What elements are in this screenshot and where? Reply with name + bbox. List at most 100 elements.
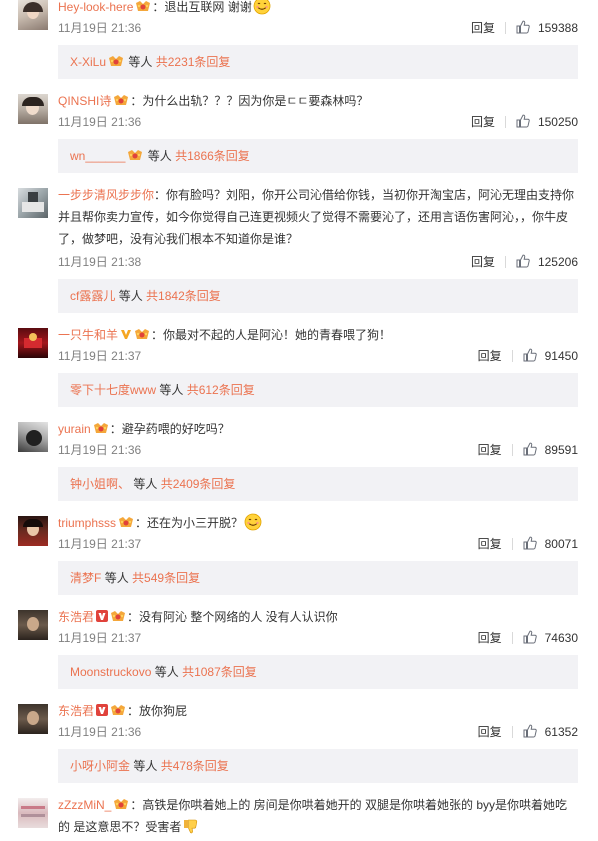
verified-v-icon: [96, 610, 109, 622]
comment-time: 11月19日 21:37: [58, 349, 142, 363]
thumbs-up-icon[interactable]: [523, 348, 537, 362]
comment-meta: 11月19日 21:36 回复 61352: [58, 724, 578, 740]
reply-total-link[interactable]: 共612条回复: [187, 383, 255, 397]
comment-time: 11月19日 21:37: [58, 631, 142, 645]
vip-badge-icon: [93, 423, 108, 433]
thumbs-up-icon[interactable]: [516, 20, 530, 34]
comment-text: 东浩君 ：没有阿沁 整个网络的人 没有人认识你: [58, 606, 578, 628]
comment-body: ：退出互联网 谢谢: [152, 0, 252, 14]
comment-body: ：高铁是你哄着她上的 房间是你哄着她开的 双腿是你哄着她张的 byy是你哄着她吃…: [58, 798, 568, 834]
reply-username[interactable]: 零下十七度www: [70, 383, 156, 397]
reply-username[interactable]: 清梦F: [70, 571, 101, 585]
reply-total-link[interactable]: 共2409条回复: [161, 477, 236, 491]
divider: [504, 116, 506, 128]
comment-username[interactable]: 东浩君: [58, 610, 94, 624]
avatar[interactable]: [18, 798, 48, 828]
reply-total-link[interactable]: 共2231条回复: [156, 55, 231, 69]
reply-button[interactable]: 回复: [478, 349, 502, 363]
comment-username[interactable]: 一只牛和羊: [58, 328, 118, 342]
reply-summary[interactable]: X-XiLu 等人 共2231条回复: [58, 45, 578, 79]
comment-username[interactable]: yurain: [58, 422, 91, 436]
comment-meta: 11月19日 21:37 回复 91450: [58, 348, 578, 364]
avatar[interactable]: [18, 94, 48, 124]
reply-total-link[interactable]: 共1866条回复: [175, 149, 250, 163]
reply-total-link[interactable]: 共478条回复: [161, 759, 229, 773]
comment-body: ：避孕药喂的好吃吗？: [109, 422, 230, 436]
comment-text: yurain ：避孕药喂的好吃吗？: [58, 418, 578, 440]
comment-body: ：没有阿沁 整个网络的人 没有人认识你: [127, 610, 338, 624]
thumbs-up-icon[interactable]: [523, 724, 537, 738]
avatar[interactable]: [18, 188, 48, 218]
like-count: 89591: [544, 443, 578, 457]
reply-summary[interactable]: Moonstruckovo 等人 共1087条回复: [58, 655, 578, 689]
comment-actions: 回复 80071: [478, 536, 578, 552]
reply-suffix: 等人: [159, 383, 184, 397]
reply-button[interactable]: 回复: [478, 725, 502, 739]
divider: [511, 350, 513, 362]
reply-total-link[interactable]: 共1842条回复: [146, 289, 221, 303]
reply-username[interactable]: X-XiLu: [70, 55, 106, 69]
thumbs-up-icon[interactable]: [523, 536, 537, 550]
avatar[interactable]: [18, 704, 48, 734]
vip-badge-icon: [111, 611, 126, 621]
reply-summary[interactable]: 钟小姐啊、 等人 共2409条回复: [58, 467, 578, 501]
thumbs-up-icon[interactable]: [516, 254, 530, 268]
reply-button[interactable]: 回复: [478, 631, 502, 645]
reply-summary[interactable]: wn______ 等人 共1866条回复: [58, 139, 578, 173]
verified-v-icon: [121, 330, 132, 339]
reply-summary[interactable]: cf露露儿 等人 共1842条回复: [58, 279, 578, 313]
divider: [511, 726, 513, 738]
vip-badge-icon: [128, 150, 143, 160]
thumbs-up-icon[interactable]: [523, 630, 537, 644]
reply-username[interactable]: cf露露儿: [70, 289, 115, 303]
comment-time: 11月19日 21:36: [58, 443, 142, 457]
avatar[interactable]: [18, 610, 48, 640]
reply-button[interactable]: 回复: [478, 537, 502, 551]
reply-username[interactable]: 小呀小阿金: [70, 759, 130, 773]
reply-button[interactable]: 回复: [471, 255, 495, 269]
smile-emoji-icon: [253, 0, 271, 15]
comment-actions: 回复 74630: [478, 630, 578, 646]
avatar[interactable]: [18, 422, 48, 452]
reply-summary[interactable]: 零下十七度www 等人 共612条回复: [58, 373, 578, 407]
reply-username[interactable]: wn______: [70, 149, 125, 163]
comment-username[interactable]: QINSHI诗: [58, 94, 111, 108]
verified-v-icon: [96, 704, 109, 716]
reply-total-link[interactable]: 共1087条回复: [182, 665, 257, 679]
reply-suffix: 等人: [118, 289, 143, 303]
avatar[interactable]: [18, 0, 48, 30]
comment-username[interactable]: 一步步清风步步你: [58, 188, 154, 202]
vip-badge-icon: [136, 1, 151, 11]
avatar[interactable]: [18, 328, 48, 358]
reply-suffix: 等人: [104, 571, 129, 585]
reply-button[interactable]: 回复: [471, 115, 495, 129]
comment-actions: 回复 91450: [478, 348, 578, 364]
vip-badge-icon: [114, 799, 129, 809]
comment-text: 一只牛和羊 ：你最对不起的人是阿沁！她的青春喂了狗！: [58, 324, 578, 346]
comment-body: ：还在为小三开脱？: [135, 516, 244, 530]
reply-username[interactable]: Moonstruckovo: [70, 665, 151, 679]
reply-summary[interactable]: 小呀小阿金 等人 共478条回复: [58, 749, 578, 783]
like-count: 74630: [544, 631, 578, 645]
comment-time: 11月19日 21:37: [58, 537, 142, 551]
comment-meta: 11月19日 21:36 回复 150250: [58, 114, 578, 130]
thumbs-up-icon[interactable]: [516, 114, 530, 128]
comment-time: 11月19日 21:36: [58, 21, 142, 35]
avatar[interactable]: [18, 516, 48, 546]
reply-total-link[interactable]: 共549条回复: [132, 571, 200, 585]
comment-username[interactable]: 东浩君: [58, 704, 94, 718]
comment-meta: 11月19日 21:36 回复 89591: [58, 442, 578, 458]
comment-username[interactable]: triumphsss: [58, 516, 116, 530]
reply-username[interactable]: 钟小姐啊、: [70, 477, 130, 491]
vip-badge-icon: [119, 517, 134, 527]
comment-text: zZzzMiN_ ：高铁是你哄着她上的 房间是你哄着她开的 双腿是你哄着她张的 b…: [58, 794, 578, 838]
comment-username[interactable]: zZzzMiN_: [58, 798, 111, 812]
comment-username[interactable]: Hey-look-here: [58, 0, 133, 14]
reply-button[interactable]: 回复: [471, 21, 495, 35]
reply-button[interactable]: 回复: [478, 443, 502, 457]
divider: [504, 256, 506, 268]
like-count: 159388: [537, 21, 578, 35]
thumbs-up-icon[interactable]: [523, 442, 537, 456]
reply-summary[interactable]: 清梦F 等人 共549条回复: [58, 561, 578, 595]
like-count: 80071: [544, 537, 578, 551]
